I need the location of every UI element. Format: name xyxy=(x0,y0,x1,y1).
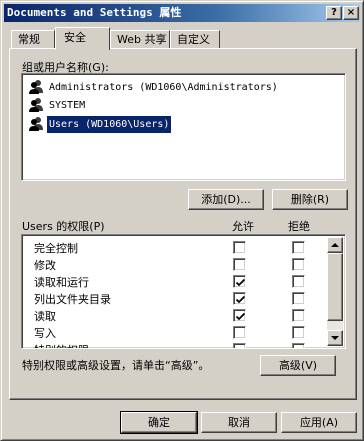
deny-checkbox[interactable] xyxy=(292,241,305,254)
user-item-administrators[interactable]: Administrators (WD1060\Administrators) xyxy=(26,79,346,96)
add-button-label: 添加(D)... xyxy=(201,193,251,206)
user-item-system[interactable]: SYSTEM xyxy=(26,97,346,114)
deny-checkbox[interactable] xyxy=(292,343,305,348)
tab-label: 自定义 xyxy=(177,33,210,46)
permission-row: 写入 xyxy=(24,324,320,341)
help-button[interactable]: ? xyxy=(326,6,342,20)
checkmark-icon xyxy=(235,312,246,321)
allow-header: 允许 xyxy=(232,220,254,233)
window-title: Documents and Settings 属性 xyxy=(7,6,182,19)
deny-checkbox[interactable] xyxy=(292,275,305,288)
allow-checkbox[interactable] xyxy=(233,292,246,305)
allow-checkbox[interactable] xyxy=(233,343,246,348)
permission-row: 修改 xyxy=(24,256,320,273)
permission-name: 特别的权限 xyxy=(34,342,89,348)
cancel-button[interactable]: 取消 xyxy=(201,412,277,433)
scroll-thumb[interactable] xyxy=(327,253,343,321)
permissions-label: Users 的权限(P) xyxy=(22,220,105,233)
deny-checkbox[interactable] xyxy=(292,326,305,339)
remove-button[interactable]: 删除(R) xyxy=(272,189,348,210)
help-icon: ? xyxy=(331,7,337,18)
user-name: Users (WD1060\Users) xyxy=(47,116,172,133)
permission-row: 特别的权限 xyxy=(24,341,320,348)
tab-label: 安全 xyxy=(64,31,86,44)
user-group-icon xyxy=(29,98,43,112)
remove-button-label: 删除(R) xyxy=(290,193,330,206)
arrow-up-icon xyxy=(331,243,339,247)
deny-checkbox[interactable] xyxy=(292,309,305,322)
ok-button[interactable]: 确定 xyxy=(120,411,198,434)
allow-checkbox[interactable] xyxy=(233,326,246,339)
checkmark-icon xyxy=(235,278,246,287)
permission-row: 读取 xyxy=(24,307,320,324)
permission-name: 修改 xyxy=(34,259,56,272)
allow-checkbox[interactable] xyxy=(233,241,246,254)
close-button[interactable]: × xyxy=(343,6,359,20)
tab-label: 常规 xyxy=(18,33,40,46)
permission-name: 列出文件夹目录 xyxy=(34,293,111,306)
advanced-hint: 特别权限或高级设置，请单击“高级”。 xyxy=(22,359,210,372)
tab-security[interactable]: 安全 xyxy=(55,27,110,50)
users-list[interactable]: Administrators (WD1060\Administrators) S… xyxy=(21,73,346,181)
close-icon: × xyxy=(346,7,356,18)
permission-name: 读取 xyxy=(34,310,56,323)
ok-button-label: 确定 xyxy=(148,416,170,429)
permissions-scrollbar[interactable] xyxy=(327,237,343,346)
tab-strip: 常规 安全 Web 共享 自定义 xyxy=(9,27,357,50)
allow-checkbox[interactable] xyxy=(233,258,246,271)
permissions-list[interactable]: 完全控制修改读取和运行列出文件夹目录读取写入特别的权限 xyxy=(21,234,346,349)
security-panel: 组或用户名称(G): Administrators (WD1060\Admini… xyxy=(9,48,357,400)
tab-customize[interactable]: 自定义 xyxy=(170,30,220,49)
tab-general[interactable]: 常规 xyxy=(11,30,55,49)
permission-name: 写入 xyxy=(34,327,56,340)
allow-checkbox[interactable] xyxy=(233,275,246,288)
scroll-down-button[interactable] xyxy=(327,330,343,346)
permission-name: 读取和运行 xyxy=(34,276,89,289)
scroll-up-button[interactable] xyxy=(327,237,343,253)
permission-row: 读取和运行 xyxy=(24,273,320,290)
user-name: Administrators (WD1060\Administrators) xyxy=(49,82,278,93)
permission-row: 列出文件夹目录 xyxy=(24,290,320,307)
apply-button[interactable]: 应用(A) xyxy=(281,412,357,433)
deny-header: 拒绝 xyxy=(288,220,310,233)
add-button[interactable]: 添加(D)... xyxy=(188,189,264,210)
user-group-icon xyxy=(29,117,43,131)
permission-name: 完全控制 xyxy=(34,242,78,255)
tab-web-sharing[interactable]: Web 共享 xyxy=(110,30,170,49)
deny-checkbox[interactable] xyxy=(292,292,305,305)
allow-checkbox[interactable] xyxy=(233,309,246,322)
properties-dialog: Documents and Settings 属性 ? × 常规 安全 Web … xyxy=(0,0,364,441)
title-bar[interactable]: Documents and Settings 属性 xyxy=(4,4,360,22)
arrow-down-icon xyxy=(331,336,339,340)
cancel-button-label: 取消 xyxy=(228,416,250,429)
user-group-icon xyxy=(29,80,43,94)
tab-label: Web 共享 xyxy=(117,33,167,46)
checkmark-icon xyxy=(235,295,246,304)
deny-checkbox[interactable] xyxy=(292,258,305,271)
advanced-button-label: 高级(V) xyxy=(278,359,318,372)
user-item-users[interactable]: Users (WD1060\Users) xyxy=(26,116,346,133)
user-name: SYSTEM xyxy=(49,100,86,111)
apply-button-label: 应用(A) xyxy=(299,416,339,429)
permission-row: 完全控制 xyxy=(24,239,320,256)
advanced-button[interactable]: 高级(V) xyxy=(260,355,336,376)
